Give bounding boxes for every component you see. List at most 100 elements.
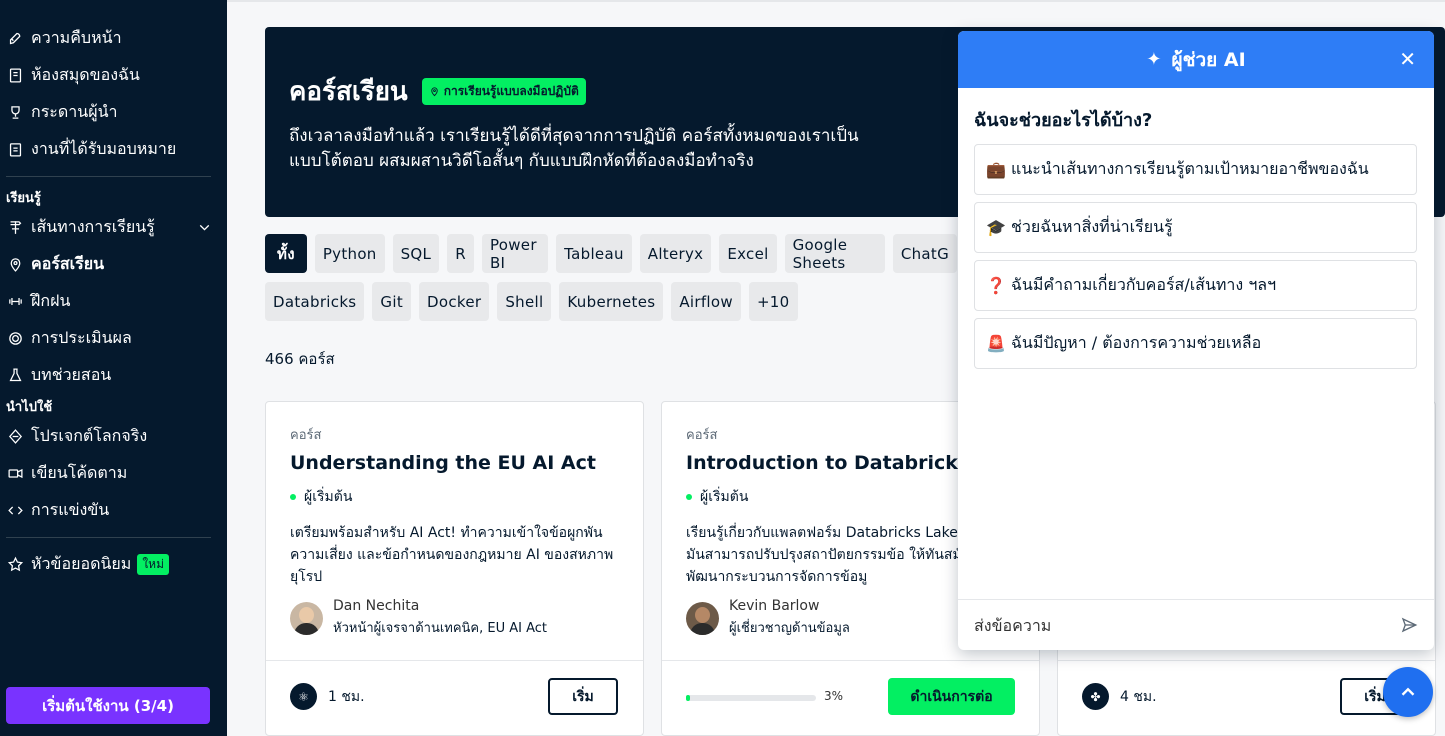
author-role: ผู้เชี่ยวชาญด้านข้อมูล bbox=[729, 621, 850, 636]
new-badge: ใหม่ bbox=[137, 554, 169, 575]
filter-chip[interactable]: Docker bbox=[419, 282, 490, 321]
rocket-icon bbox=[6, 30, 24, 48]
ai-message-input[interactable] bbox=[974, 615, 1374, 635]
filter-chip[interactable]: SQL bbox=[392, 234, 440, 273]
filter-chip[interactable]: Excel bbox=[719, 234, 777, 273]
course-progress-label: 3% bbox=[824, 689, 844, 703]
filter-chip[interactable]: Airflow bbox=[671, 282, 741, 321]
sidebar-item-popular-topics[interactable]: หัวข้อยอดนิยม ใหม่ bbox=[0, 546, 227, 583]
sidebar-item-projects[interactable]: โปรเจกต์โลกจริง bbox=[0, 418, 227, 455]
level-dot-icon bbox=[290, 494, 296, 500]
scroll-to-top-button[interactable] bbox=[1383, 667, 1433, 717]
briefcase-icon: 💼 bbox=[986, 160, 1006, 179]
sidebar-item-tutorials[interactable]: บทช่วยสอน bbox=[0, 357, 227, 394]
sidebar-item-assessments[interactable]: การประเมินผล bbox=[0, 320, 227, 357]
hands-on-badge: การเรียนรู้แบบลงมือปฏิบัติ bbox=[421, 78, 586, 105]
course-level: ผู้เริ่มต้น bbox=[686, 486, 748, 508]
course-card[interactable]: คอร์ส Understanding the EU AI Act ผู้เริ… bbox=[265, 401, 644, 736]
divider bbox=[1058, 660, 1435, 661]
question-mark-icon: ❓ bbox=[986, 276, 1006, 295]
course-topic-icon: ⚛ bbox=[290, 683, 317, 710]
book-icon bbox=[6, 67, 24, 85]
ai-option-help[interactable]: 🚨 ฉันมีปัญหา / ต้องการความช่วยเหลือ bbox=[974, 318, 1417, 369]
ai-option-find-learning[interactable]: 🎓 ช่วยฉันหาสิ่งที่น่าเรียนรู้ bbox=[974, 202, 1417, 253]
filter-chip[interactable]: Power BI bbox=[481, 234, 549, 273]
sidebar-item-assignments[interactable]: งานที่ได้รับมอบหมาย bbox=[0, 131, 227, 168]
sidebar-item-label: การประเมินผล bbox=[31, 328, 132, 347]
flask-icon bbox=[6, 367, 24, 385]
location-pin-icon bbox=[6, 256, 24, 274]
filter-chip-more[interactable]: +10 bbox=[748, 282, 798, 321]
ai-assistant-header: ✦ ผู้ช่วย AI ✕ bbox=[958, 31, 1434, 88]
sidebar-item-practice[interactable]: ฝึกฝน bbox=[0, 283, 227, 320]
sidebar-item-progress[interactable]: ความคืบหน้า bbox=[0, 20, 227, 57]
filter-chip[interactable]: Alteryx bbox=[639, 234, 712, 273]
avatar bbox=[686, 601, 719, 635]
filter-chip[interactable]: Databricks bbox=[265, 282, 365, 321]
course-type-label: คอร์ส bbox=[686, 428, 718, 443]
sparkle-icon: ✦ bbox=[1146, 49, 1162, 70]
divider bbox=[662, 660, 1039, 661]
avatar bbox=[290, 601, 323, 635]
divider bbox=[6, 537, 211, 538]
sidebar: ความคืบหน้า ห้องสมุดของฉัน กระดานผู้นำ ง… bbox=[0, 0, 227, 736]
filter-chip[interactable]: ChatG bbox=[892, 234, 957, 273]
divider bbox=[6, 176, 211, 177]
get-started-button[interactable]: เริ่มต้นใช้งาน (3/4) bbox=[6, 687, 210, 724]
course-duration: ⚛ 1 ชม. bbox=[290, 683, 365, 710]
ai-option-career-path[interactable]: 💼 แนะนำเส้นทางการเรียนรู้ตามเป้าหมายอาชี… bbox=[974, 144, 1417, 195]
filter-chip-all[interactable]: ทั้ง bbox=[265, 234, 307, 273]
star-icon bbox=[6, 556, 24, 574]
course-progress-bar bbox=[686, 695, 816, 701]
sidebar-item-leaderboard[interactable]: กระดานผู้นำ bbox=[0, 94, 227, 131]
sidebar-item-competitions[interactable]: การแข่งขัน bbox=[0, 492, 227, 529]
filter-chip[interactable]: Kubernetes bbox=[559, 282, 664, 321]
filter-chip[interactable]: Google Sheets bbox=[784, 234, 885, 273]
filter-chip[interactable]: Shell bbox=[497, 282, 552, 321]
course-author: Kevin Barlow ผู้เชี่ยวชาญด้านข้อมูล bbox=[686, 598, 850, 638]
sidebar-item-courses[interactable]: คอร์สเรียน bbox=[0, 246, 227, 283]
continue-course-button[interactable]: ดำเนินการต่อ bbox=[888, 678, 1015, 715]
section-label-apply: นำไปใช้ bbox=[6, 399, 53, 415]
chevron-down-icon[interactable] bbox=[195, 219, 213, 237]
level-dot-icon bbox=[686, 494, 692, 500]
filter-chip[interactable]: R bbox=[447, 234, 474, 273]
course-duration: ✤ 4 ชม. bbox=[1082, 683, 1157, 710]
sidebar-item-library[interactable]: ห้องสมุดของฉัน bbox=[0, 57, 227, 94]
clipboard-icon bbox=[6, 141, 24, 159]
course-title[interactable]: Introduction to Databricks bbox=[686, 452, 969, 474]
page-description: ถึงเวลาลงมือทำแล้ว เราเรียนรู้ได้ดีที่สุ… bbox=[289, 126, 859, 171]
sidebar-item-label: ฝึกฝน bbox=[31, 291, 71, 310]
filter-chip[interactable]: Tableau bbox=[556, 234, 632, 273]
sidebar-item-label: คอร์สเรียน bbox=[31, 254, 105, 273]
ai-option-question[interactable]: ❓ ฉันมีคำถามเกี่ยวกับคอร์ส/เส้นทาง ฯลฯ bbox=[974, 260, 1417, 311]
author-name: Kevin Barlow bbox=[729, 598, 820, 614]
graduation-cap-icon: 🎓 bbox=[986, 218, 1006, 237]
sidebar-item-code-along[interactable]: เขียนโค้ดตาม bbox=[0, 455, 227, 492]
ai-assistant-question: ฉันจะช่วยอะไรได้บ้าง? bbox=[974, 110, 1153, 131]
sidebar-item-label: เส้นทางการเรียนรู้ bbox=[31, 217, 155, 236]
sidebar-item-label: ความคืบหน้า bbox=[31, 28, 122, 47]
siren-icon: 🚨 bbox=[986, 334, 1006, 353]
author-role: หัวหน้าผู้เจรจาด้านเทคนิค, EU AI Act bbox=[333, 621, 548, 636]
sidebar-item-label: การแข่งขัน bbox=[31, 500, 110, 519]
course-level: ผู้เริ่มต้น bbox=[290, 486, 352, 508]
trophy-icon bbox=[6, 104, 24, 122]
course-progress-fill bbox=[686, 695, 690, 701]
start-course-button[interactable]: เริ่ม bbox=[548, 678, 618, 715]
course-duration-label: 1 ชม. bbox=[328, 688, 365, 705]
sidebar-item-learning-paths[interactable]: เส้นทางการเรียนรู้ bbox=[0, 209, 227, 246]
path-icon bbox=[6, 219, 24, 237]
sidebar-item-label: บทช่วยสอน bbox=[31, 365, 112, 384]
course-title[interactable]: Understanding the EU AI Act bbox=[290, 452, 596, 474]
send-icon[interactable] bbox=[1400, 616, 1418, 634]
code-icon bbox=[6, 502, 24, 520]
sidebar-item-label: กระดานผู้นำ bbox=[31, 102, 118, 121]
ai-message-bar bbox=[958, 599, 1434, 650]
cube-icon bbox=[6, 428, 24, 446]
ai-assistant-panel: ✦ ผู้ช่วย AI ✕ ฉันจะช่วยอะไรได้บ้าง? 💼 แ… bbox=[958, 31, 1434, 650]
filter-chip[interactable]: Git bbox=[372, 282, 411, 321]
filter-chip[interactable]: Python bbox=[314, 234, 385, 273]
close-icon[interactable]: ✕ bbox=[1399, 47, 1416, 71]
sidebar-item-label: โปรเจกต์โลกจริง bbox=[31, 426, 148, 445]
